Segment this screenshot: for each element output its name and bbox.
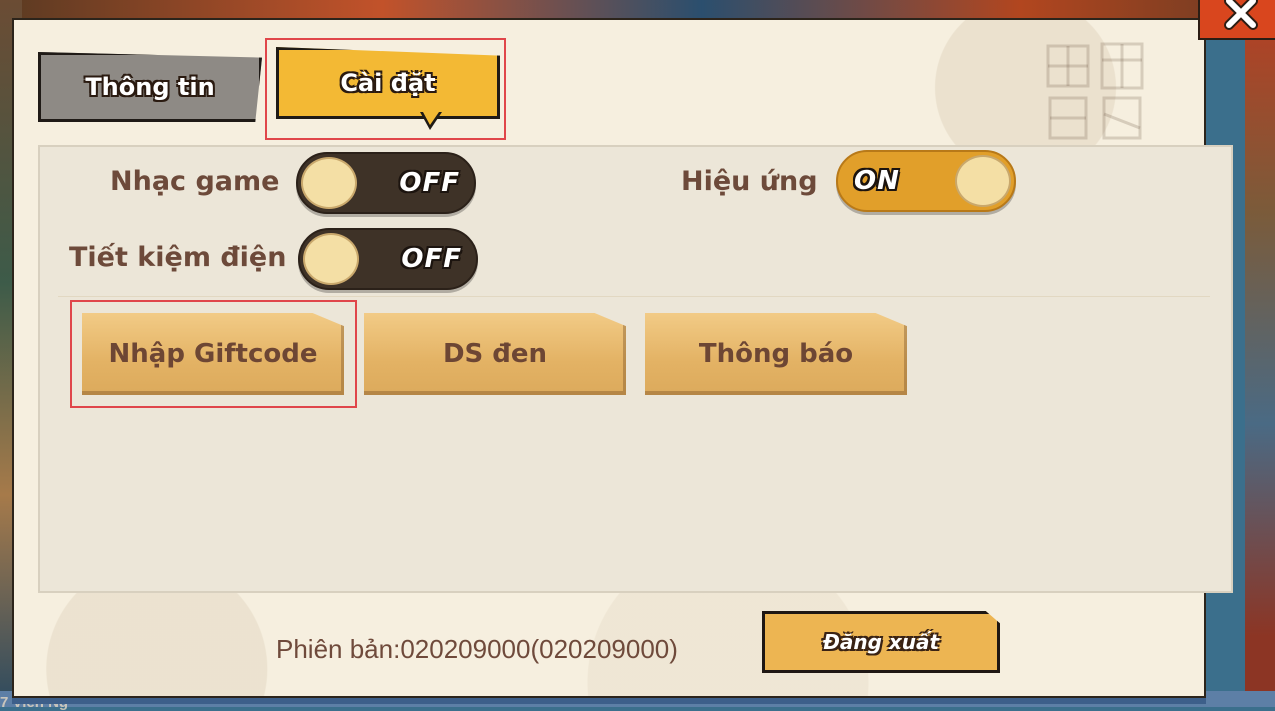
effects-label: Hiệu ứng [681, 166, 818, 197]
tab-settings-pointer-fill [423, 112, 439, 125]
power-saving-toggle-state: OFF [401, 244, 462, 274]
tab-settings-label: Cài đặt [340, 69, 436, 97]
music-toggle-knob [301, 157, 357, 209]
music-label: Nhạc game [110, 166, 280, 197]
notice-button[interactable]: Thông báo [645, 313, 907, 395]
close-x-icon [1224, 0, 1258, 30]
effects-toggle-knob [955, 155, 1011, 207]
effects-toggle[interactable]: ON [836, 150, 1016, 212]
logout-button-label: Đăng xuất [822, 630, 940, 654]
music-toggle-state: OFF [399, 168, 460, 198]
giftcode-button[interactable]: Nhập Giftcode [82, 313, 344, 395]
tab-info-label: Thông tin [85, 73, 215, 101]
power-saving-toggle-knob [303, 233, 359, 285]
section-divider [58, 296, 1210, 297]
close-button[interactable] [1198, 0, 1275, 40]
giftcode-button-label: Nhập Giftcode [108, 339, 318, 369]
notice-button-label: Thông báo [698, 339, 854, 369]
power-saving-toggle[interactable]: OFF [298, 228, 478, 290]
tab-info[interactable]: Thông tin [38, 52, 262, 122]
blacklist-button-label: DS đen [442, 339, 548, 369]
effects-toggle-state: ON [854, 166, 900, 196]
background-scene-right [1245, 0, 1275, 707]
logout-button[interactable]: Đăng xuất [762, 611, 1000, 673]
power-saving-label: Tiết kiệm điện [69, 242, 287, 273]
tab-settings[interactable]: Cài đặt [276, 47, 500, 119]
version-text: Phiên bản:020209000(020209000) [276, 634, 678, 664]
panel-watermark-art [1042, 36, 1152, 146]
music-toggle[interactable]: OFF [296, 152, 476, 214]
blacklist-button[interactable]: DS đen [364, 313, 626, 395]
